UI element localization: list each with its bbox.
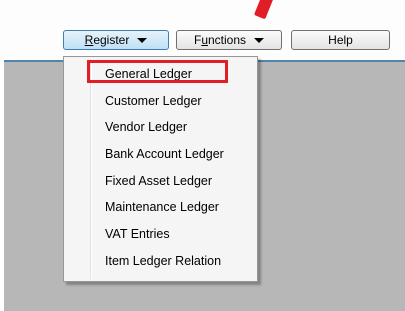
chevron-down-icon: [137, 37, 148, 43]
menu-item-maintenance-ledger[interactable]: Maintenance Ledger: [105, 195, 219, 219]
menu-item-vendor-ledger[interactable]: Vendor Ledger: [105, 115, 187, 139]
menu-item-customer-ledger[interactable]: Customer Ledger: [105, 89, 202, 113]
functions-label: Functions: [193, 33, 247, 47]
register-menu-button[interactable]: Register: [63, 30, 169, 50]
register-dropdown-menu: General Ledger Customer Ledger Vendor Le…: [63, 56, 258, 282]
annotation-highlight-box: [87, 60, 228, 83]
help-label: Help: [328, 33, 353, 47]
menu-item-fixed-asset-ledger[interactable]: Fixed Asset Ledger: [105, 169, 212, 193]
functions-menu-button[interactable]: Functions: [176, 30, 282, 50]
chevron-down-icon: [254, 37, 265, 43]
help-button[interactable]: Help: [291, 30, 390, 50]
menu-gutter: [90, 59, 92, 279]
menu-item-item-ledger-relation[interactable]: Item Ledger Relation: [105, 249, 221, 273]
menu-item-vat-entries[interactable]: VAT Entries: [105, 222, 170, 246]
menu-item-bank-account-ledger[interactable]: Bank Account Ledger: [105, 142, 224, 166]
register-label: Register: [84, 33, 130, 47]
